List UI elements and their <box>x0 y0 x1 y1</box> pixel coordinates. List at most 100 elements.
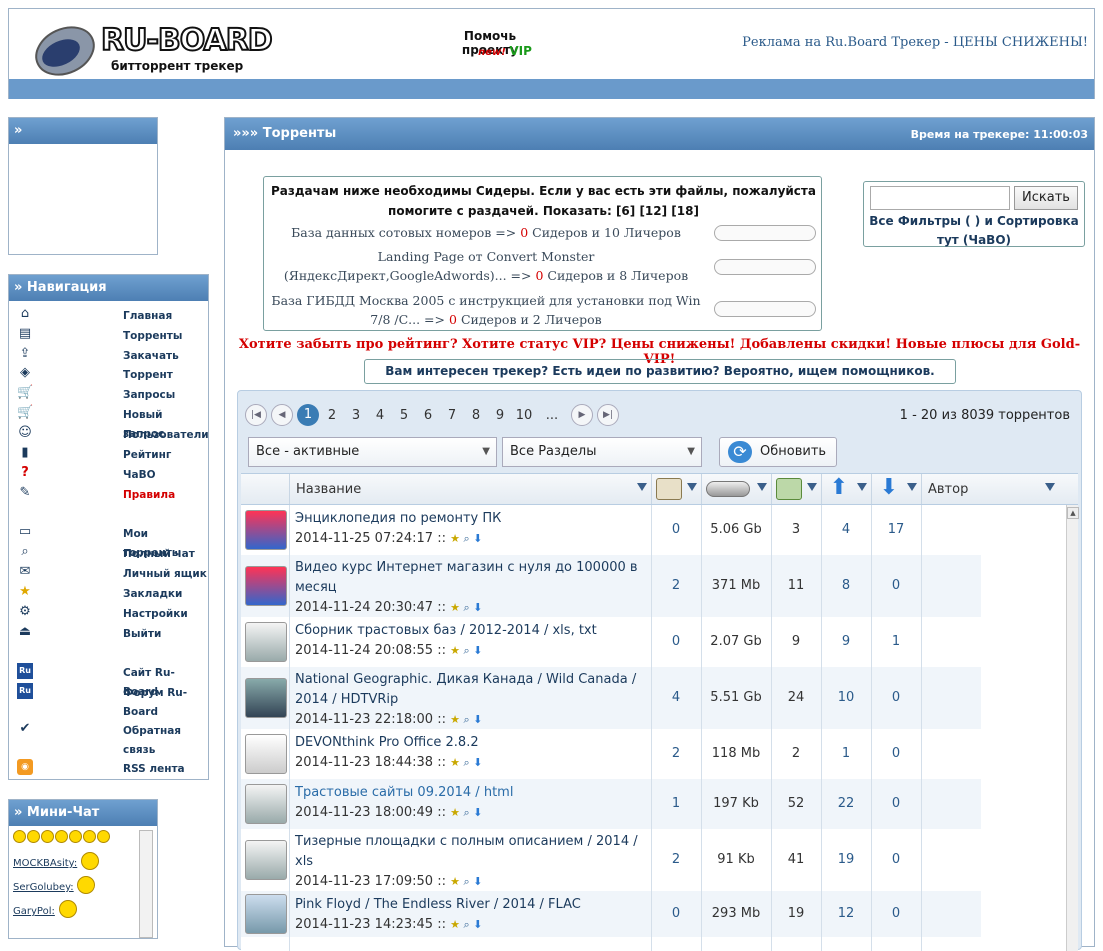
nav-item[interactable]: 🛒 Запросы <box>9 385 208 405</box>
torrent-actions[interactable]: ★ ⌕ ⬇ <box>450 532 482 545</box>
table-row[interactable]: Трастовые сайты 09.2014 / html 2014-11-23… <box>241 779 981 829</box>
table-row[interactable]: Pink Floyd / The Endless River / 2014 / … <box>241 891 981 937</box>
page-link[interactable]: 2 <box>321 406 343 428</box>
database-icon[interactable] <box>245 784 287 824</box>
page-link[interactable]: 8 <box>465 406 487 428</box>
star-icon[interactable]: ★ <box>450 918 460 931</box>
col-seeders[interactable]: ⬆ <box>821 474 871 504</box>
smiley-icon[interactable] <box>41 830 54 843</box>
status-select[interactable]: Все - активные ▼ <box>248 437 497 467</box>
section-select[interactable]: Все Разделы ▼ <box>502 437 702 467</box>
smiley-icon[interactable] <box>55 830 68 843</box>
table-row[interactable]: Сборник трастовых баз / 2012-2014 / xls,… <box>241 617 981 667</box>
refresh-button[interactable]: ⟳ Обновить <box>719 437 837 467</box>
torrent-actions[interactable]: ★ ⌕ ⬇ <box>450 806 482 819</box>
star-icon[interactable]: ★ <box>450 713 460 726</box>
smiley-icon[interactable] <box>27 830 40 843</box>
smiley-icon[interactable] <box>83 830 96 843</box>
col-size[interactable] <box>701 474 771 504</box>
page-link[interactable]: 7 <box>441 406 463 428</box>
nav-item[interactable]: ✔ Обратная связь <box>9 721 208 759</box>
last-page-icon[interactable]: ▶| <box>597 404 619 426</box>
nav-item[interactable]: Ru Сайт Ru-Board <box>9 663 208 698</box>
nav-item[interactable]: ▭ Мои торренты <box>9 524 208 559</box>
download-icon[interactable]: ⬇ <box>473 532 482 545</box>
nav-item[interactable]: ✉ Личный ящик <box>9 564 208 584</box>
prev-page-icon[interactable]: ◀ <box>271 404 293 426</box>
seed-request-name[interactable]: База данных сотовых номеров => <box>291 225 516 240</box>
mac-icon[interactable] <box>245 734 287 774</box>
next-page-icon[interactable]: ▶ <box>571 404 593 426</box>
torrent-actions[interactable]: ★ ⌕ ⬇ <box>450 756 482 769</box>
film-icon[interactable] <box>245 678 287 718</box>
smiley-bar[interactable] <box>13 830 111 846</box>
page-link[interactable]: 5 <box>393 406 415 428</box>
magnifier-icon[interactable]: ⌕ <box>463 918 469 931</box>
app-icon[interactable] <box>245 510 287 550</box>
torrent-actions[interactable]: ★ ⌕ ⬇ <box>450 713 482 726</box>
filter-icon[interactable] <box>637 483 647 491</box>
filter-icon[interactable] <box>1045 483 1055 491</box>
filters-link[interactable]: Все Фильтры ( ) и Сортировка тут (ЧаВО) <box>864 212 1084 250</box>
download-icon[interactable]: ⬇ <box>473 713 482 726</box>
chat-user[interactable]: MOCKBAsity: <box>13 858 77 869</box>
vip-link[interactable]: new! VIP <box>435 44 575 58</box>
star-icon[interactable]: ★ <box>450 644 460 657</box>
smiley-icon[interactable] <box>97 830 110 843</box>
table-row[interactable]: National Geographic. Дикая Канада / Wild… <box>241 667 981 729</box>
table-row[interactable]: Видео курс Интернет магазин с нуля до 10… <box>241 555 981 617</box>
star-icon[interactable]: ★ <box>450 806 460 819</box>
filter-icon[interactable] <box>757 483 767 491</box>
page-link[interactable]: 10 <box>513 406 535 428</box>
magnifier-icon[interactable]: ⌕ <box>463 875 469 888</box>
nav-item[interactable]: Ru Форум Ru-Board <box>9 683 208 721</box>
nav-item[interactable]: ⌕ Полный чат <box>9 544 208 564</box>
table-row[interactable]: Тизерные площадки с полным описанием / 2… <box>241 829 981 891</box>
download-icon[interactable]: ⬇ <box>473 756 482 769</box>
torrent-title-link[interactable]: Энциклопедия по ремонту ПК <box>295 509 651 529</box>
download-icon[interactable]: ⬇ <box>473 918 482 931</box>
chat-user[interactable]: SerGolubey: <box>13 882 74 893</box>
seed-request-row[interactable]: База данных сотовых номеров => 0 Сидеров… <box>266 221 820 243</box>
col-author[interactable]: Автор <box>921 474 1059 504</box>
chat-user[interactable]: GaryPol: <box>13 906 55 917</box>
music-icon[interactable] <box>245 894 287 934</box>
scroll-up-icon[interactable]: ▲ <box>1067 507 1079 519</box>
magnifier-icon[interactable]: ⌕ <box>463 644 469 657</box>
torrent-title-link[interactable]: Сборник трастовых баз / 2012-2014 / xls,… <box>295 621 651 641</box>
nav-item[interactable]: ⚙ Настройки <box>9 604 208 624</box>
page-link[interactable]: 3 <box>345 406 367 428</box>
grid-scrollbar[interactable]: ▲ <box>1066 505 1079 951</box>
col-leechers[interactable]: ⬇ <box>871 474 921 504</box>
download-icon[interactable]: ⬇ <box>473 601 482 614</box>
page-link[interactable]: 4 <box>369 406 391 428</box>
nav-item[interactable]: ⇪ Закачать <box>9 346 208 366</box>
torrent-title-link[interactable]: Трастовые сайты 09.2014 / html <box>295 783 651 803</box>
smiley-icon[interactable] <box>13 830 26 843</box>
logo[interactable]: RU-BOARD битторрент трекер <box>19 17 279 81</box>
nav-item[interactable]: ★ Закладки <box>9 584 208 604</box>
page-link[interactable]: ... <box>541 406 563 428</box>
torrent-title-link[interactable]: Pink Floyd / The Endless River / 2014 / … <box>295 895 651 915</box>
table-row[interactable]: Энциклопедия по ремонту ПК 2014-11-25 07:… <box>241 505 981 555</box>
nav-item[interactable]: ⌂ Главная <box>9 306 208 326</box>
first-page-icon[interactable]: |◀ <box>245 404 267 426</box>
col-name[interactable]: Название <box>289 474 651 504</box>
nav-item[interactable]: 🛒 Новый запрос <box>9 405 208 440</box>
search-button[interactable]: Искать <box>1014 186 1078 210</box>
magnifier-icon[interactable]: ⌕ <box>463 756 469 769</box>
page-link[interactable]: 6 <box>417 406 439 428</box>
filter-icon[interactable] <box>907 483 917 491</box>
nav-item[interactable]: ▤ Торренты <box>9 326 208 346</box>
database-icon[interactable] <box>245 840 287 880</box>
torrent-actions[interactable]: ★ ⌕ ⬇ <box>450 875 482 888</box>
col-completed[interactable] <box>771 474 821 504</box>
star-icon[interactable]: ★ <box>450 875 460 888</box>
search-input[interactable] <box>870 186 1010 210</box>
filter-icon[interactable] <box>857 483 867 491</box>
magnifier-icon[interactable]: ⌕ <box>463 806 469 819</box>
nav-item[interactable]: ✎ Правила <box>9 485 208 505</box>
star-icon[interactable]: ★ <box>450 601 460 614</box>
col-comments[interactable] <box>651 474 701 504</box>
page-link[interactable]: 1 <box>297 404 319 426</box>
